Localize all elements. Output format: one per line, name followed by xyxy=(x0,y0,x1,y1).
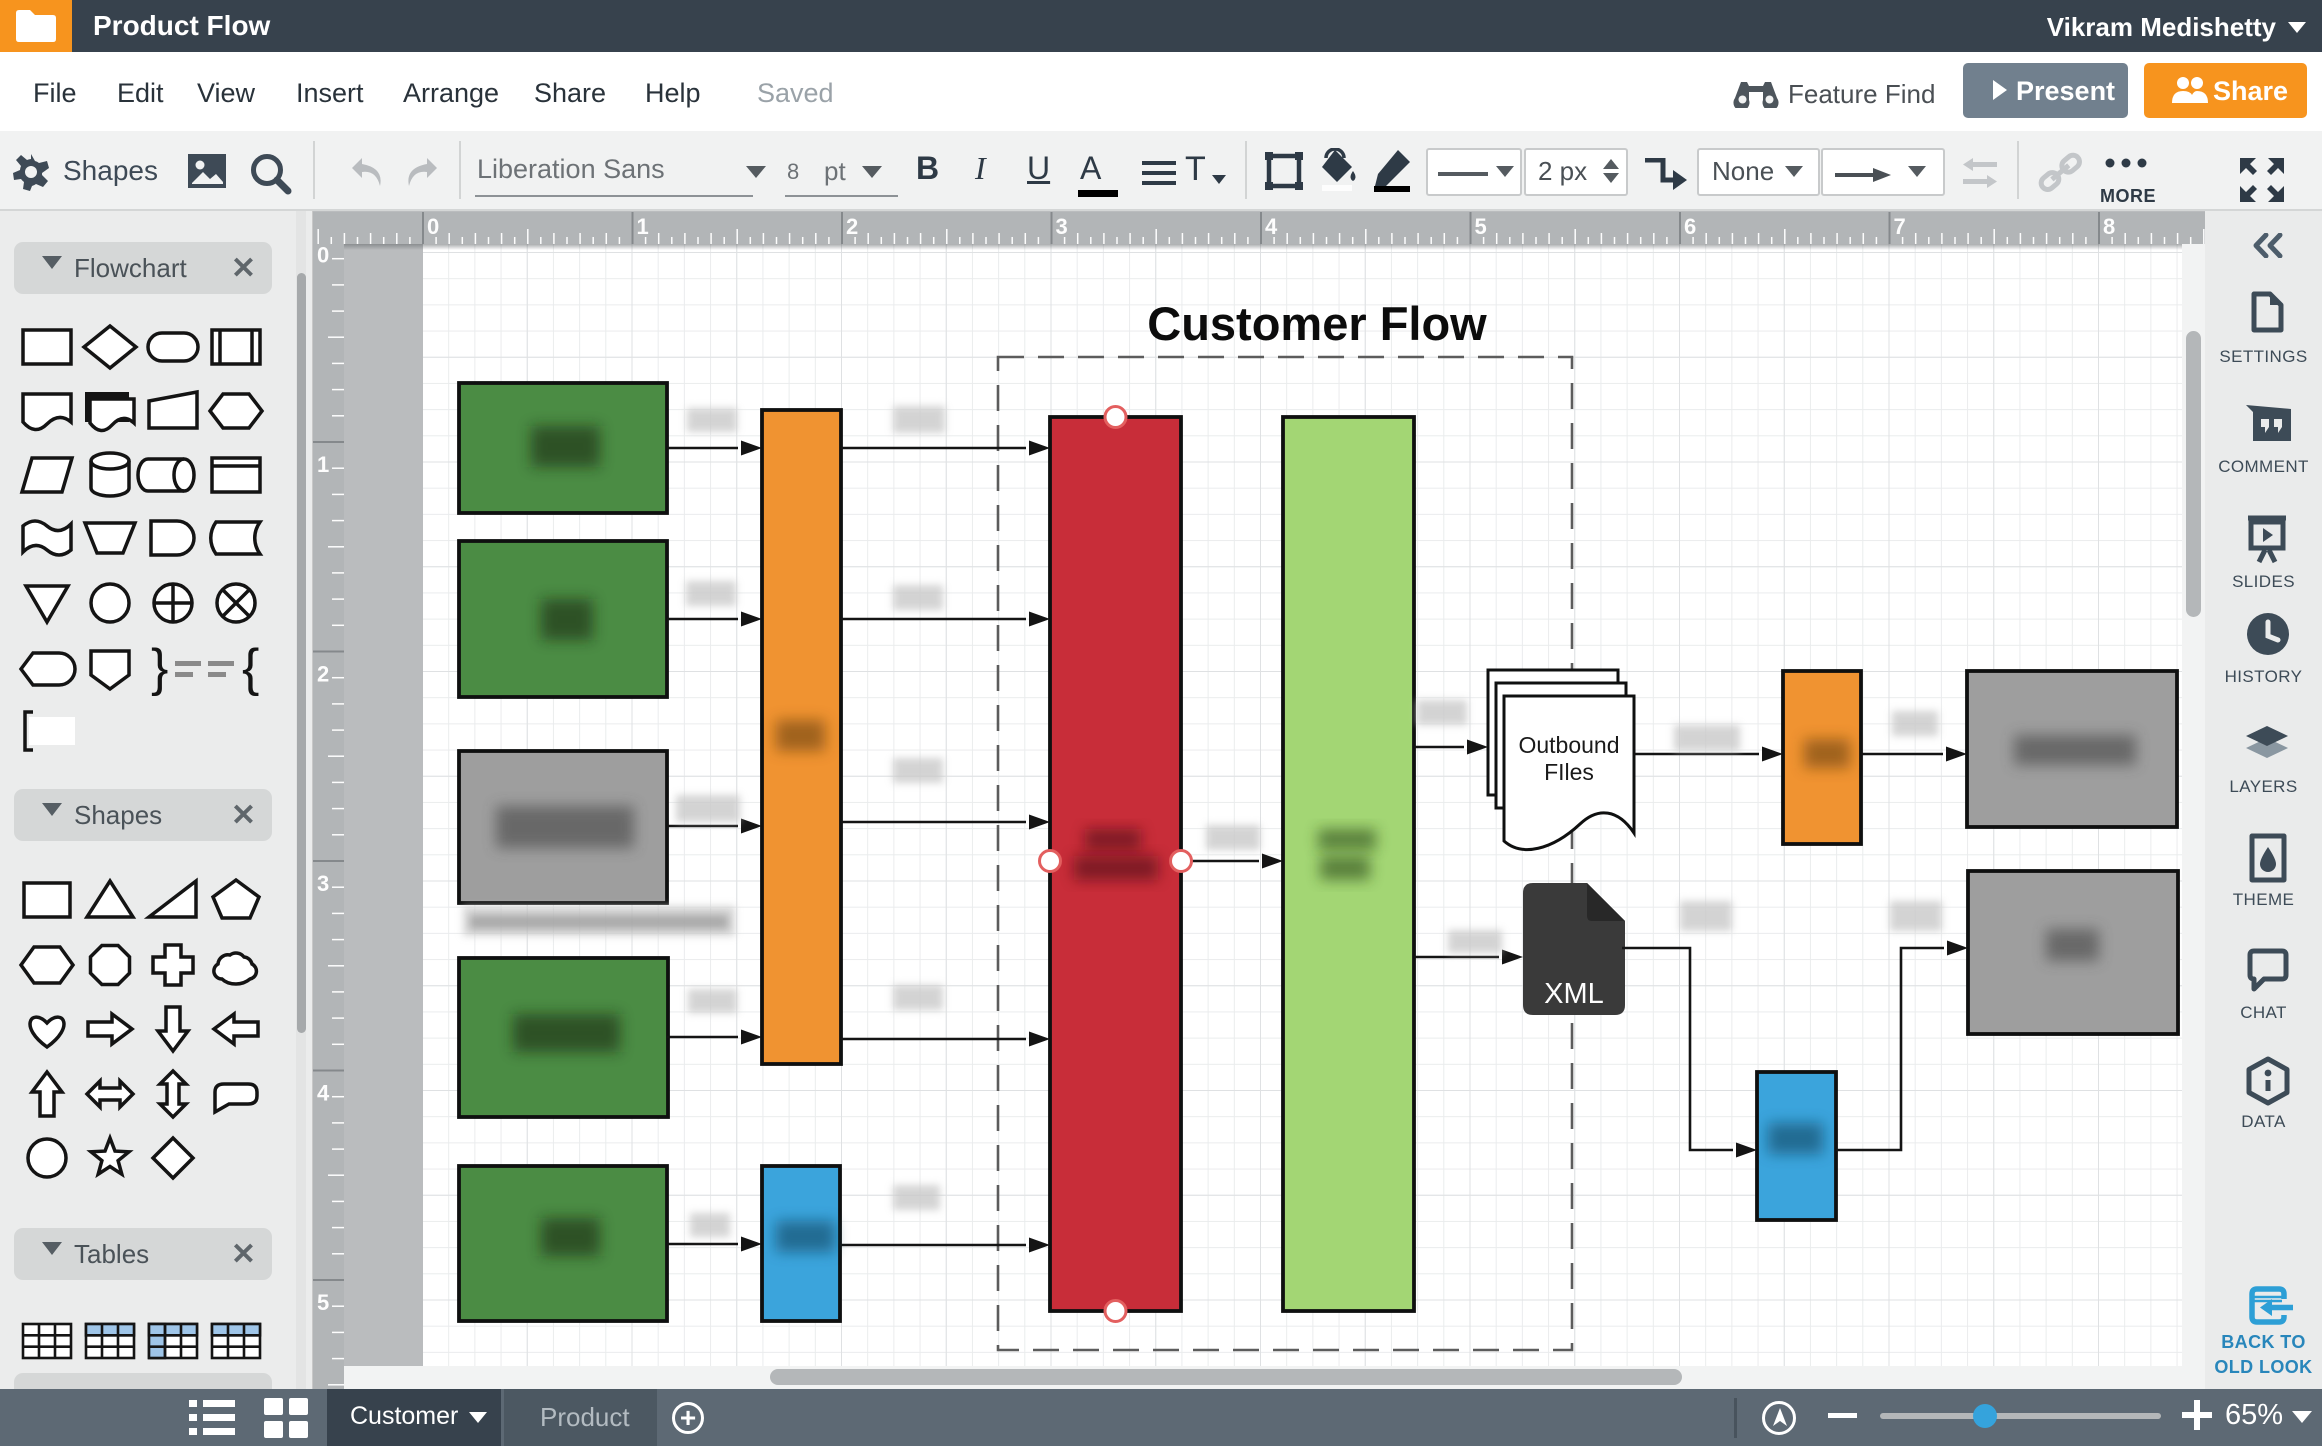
svg-text:}: } xyxy=(151,639,168,697)
svg-text:Customer Flow: Customer Flow xyxy=(1147,297,1487,350)
svg-text:FIles: FIles xyxy=(1544,759,1594,785)
svg-text:Outbound: Outbound xyxy=(1518,732,1619,758)
svg-text:{: { xyxy=(242,639,259,697)
svg-text:XML: XML xyxy=(1544,978,1604,1010)
